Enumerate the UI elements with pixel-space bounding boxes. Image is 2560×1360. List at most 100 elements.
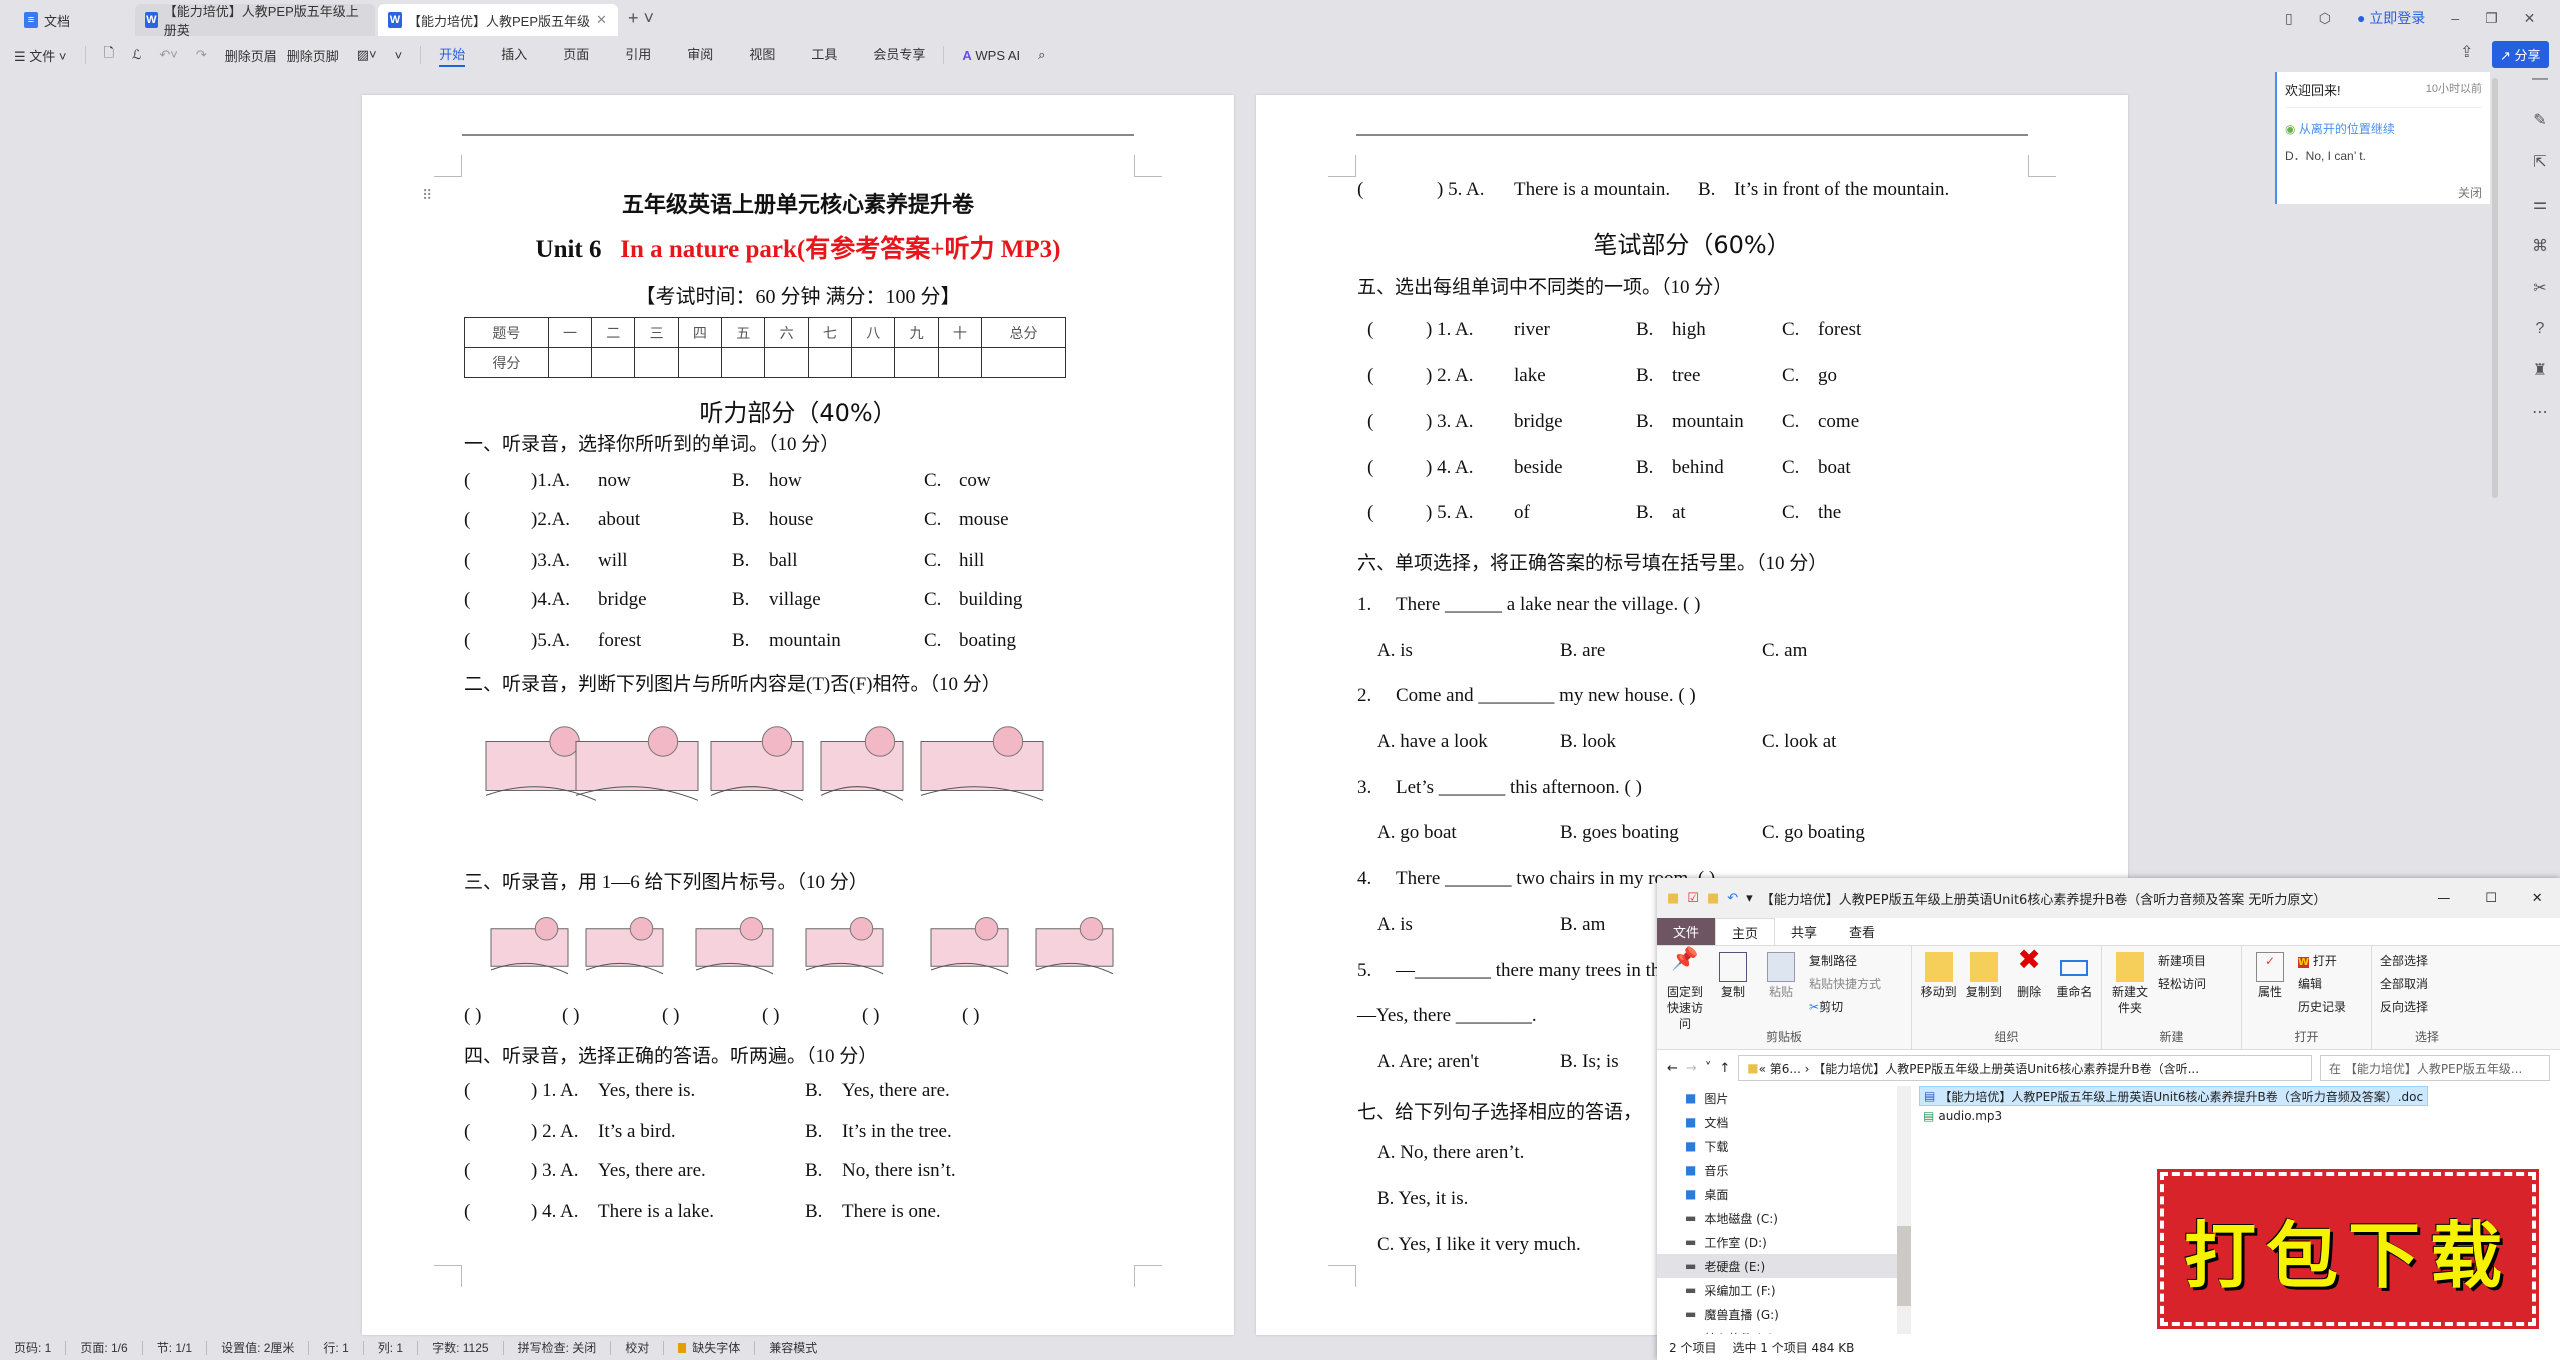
menu-tab[interactable]: 视图 [749,44,775,67]
option-a[interactable]: A. is [1377,914,1413,936]
score-cell[interactable] [894,347,939,378]
minimize-button[interactable]: – [2451,10,2459,26]
maximize-button[interactable]: ☐ [2485,891,2497,906]
document-page-1[interactable]: ⠿ 五年级英语上册单元核心素养提升卷 Unit 6 In a nature pa… [362,95,1234,1335]
file-item[interactable]: ▤ 【能力培优】人教PEP版五年级上册英语Unit6核心素养提升B卷（含听力音频及… [1919,1086,2429,1106]
explorer-tab[interactable]: 主页 [1715,918,1776,945]
search-box[interactable]: 在 【能力培优】人教PEP版五年级... [2320,1055,2550,1081]
shirt-icon[interactable]: ♜ [2533,360,2547,380]
file-menu[interactable]: ☰ 文件 ˅ [14,46,67,65]
question-part[interactable]: ( [464,550,470,572]
easy-access-button[interactable]: 轻松访问 [2158,975,2206,992]
edit-button[interactable]: 编辑 [2298,975,2346,992]
resume-link[interactable]: ◉ 从离开的位置继续 [2285,120,2482,137]
recent-dropdown[interactable]: ˅ [1705,1061,1712,1076]
menu-tab[interactable]: 插入 [501,44,527,67]
select-cursor-icon[interactable]: ⇱ [2533,152,2546,172]
share-button[interactable]: ↗ 分享 [2492,41,2549,68]
question-part[interactable]: ( [464,1080,470,1102]
page-border-icon[interactable]: ▨˅ [357,47,377,63]
wps-ai-button[interactable]: A WPS AI [962,48,1020,63]
nav-scrollbar[interactable] [1897,1086,1911,1334]
question-part[interactable]: ( [1367,365,1373,387]
score-cell[interactable] [721,347,766,378]
help-icon[interactable]: ? [2536,320,2545,338]
nav-item[interactable]: ■ 音乐 [1657,1158,1897,1182]
question-part[interactable]: ( [1367,411,1373,433]
question-part[interactable]: ( [1367,319,1373,341]
cloud-sync-icon[interactable]: ⇪ [2460,42,2473,62]
tablet-icon[interactable]: ▯ [2285,10,2293,27]
restore-button[interactable]: ❐ [2485,10,2498,27]
answer-blank[interactable]: ( ) [762,1005,779,1027]
forward-button[interactable]: → [1686,1061,1697,1076]
answer-blank[interactable]: ( ) [562,1005,579,1027]
option-a[interactable]: A. have a look [1377,731,1488,753]
nav-item[interactable]: ■ 图片 [1657,1086,1897,1110]
select-none-button[interactable]: 全部取消 [2380,975,2428,992]
up-button[interactable]: ↑ [1719,1061,1730,1076]
question-part[interactable]: ( [464,1160,470,1182]
invert-selection-button[interactable]: 反向选择 [2380,998,2428,1015]
answer-blank[interactable]: ( ) [862,1005,879,1027]
menu-tab[interactable]: 开始 [439,44,466,67]
answer-blank[interactable]: ( ) [962,1005,979,1027]
cube-icon[interactable]: ⬡ [2319,10,2331,27]
score-cell[interactable] [851,347,896,378]
nav-item[interactable]: ■ 下载 [1657,1134,1897,1158]
status-item[interactable]: 校对 [625,1339,649,1356]
option-c[interactable]: C. am [1762,640,1807,662]
option-a[interactable]: A. go boat [1377,822,1457,844]
menu-tab[interactable]: 引用 [625,44,651,67]
menu-tab[interactable]: 会员专享 [873,44,925,67]
status-item[interactable]: 兼容模式 [769,1339,817,1356]
status-item[interactable]: 缺失字体 [678,1339,741,1356]
cut-button[interactable]: ✂剪切 [1809,998,1881,1015]
score-cell[interactable] [591,347,636,378]
copy-path-button[interactable]: 复制路径 [1809,952,1881,969]
option-b[interactable]: B. am [1560,914,1605,936]
score-cell[interactable] [937,347,983,378]
answer-blank[interactable]: ( ) [662,1005,679,1027]
close-window-button[interactable]: ✕ [2524,10,2536,27]
close-button[interactable]: ✕ [2532,891,2543,906]
format-painter-icon[interactable]: ℒ [132,47,141,63]
nav-item[interactable]: ■ 文档 [1657,1110,1897,1134]
question-part[interactable]: ( [1367,457,1373,479]
option-b[interactable]: B. goes boating [1560,822,1679,844]
undo-icon[interactable]: ↶ [1727,891,1738,906]
new-item-button[interactable]: 新建项目 [2158,952,2206,969]
select-all-button[interactable]: 全部选择 [2380,952,2428,969]
nav-item[interactable]: ▬ 老硬盘 (E:) [1657,1254,1897,1278]
open-button[interactable]: W 打开 [2298,952,2346,969]
translate-icon[interactable]: ⌘ [2532,236,2548,256]
question-part[interactable]: ( [464,470,470,492]
back-button[interactable]: ← [1667,1061,1678,1076]
close-welcome-button[interactable]: 关闭 [2285,184,2482,201]
option-c[interactable]: C. go boating [1762,822,1865,844]
properties-quick-icon[interactable]: ☑ [1687,891,1699,906]
status-item[interactable]: 拼写检查: 关闭 [518,1339,597,1356]
more-icon[interactable]: ⋯ [2532,402,2548,422]
tab-doc-1[interactable]: W 【能力培优】人教PEP版五年级上册英 [135,4,375,38]
option-a[interactable]: A. Are; aren't [1377,1051,1479,1073]
nav-item[interactable]: ■ 桌面 [1657,1182,1897,1206]
option-c[interactable]: C. look at [1762,731,1836,753]
question-part[interactable]: ( [464,509,470,531]
login-button[interactable]: ● 立即登录 [2357,8,2425,28]
question-part[interactable]: ( [1357,179,1363,201]
redo-icon[interactable]: ↷ [196,47,207,63]
answer-blank[interactable]: ( ) [464,1005,481,1027]
score-cell[interactable] [677,347,723,378]
minimize-button[interactable]: — [2437,891,2450,906]
undo-icon[interactable]: ↶˅ [159,47,177,63]
search-icon[interactable]: ⌕ [1038,47,1045,63]
option-a[interactable]: A. is [1377,640,1413,662]
score-cell[interactable] [981,347,1066,378]
tools-icon[interactable]: ✂ [2533,278,2546,298]
file-item[interactable]: ▤ audio.mp3 [1919,1106,2428,1126]
option-b[interactable]: B. are [1560,640,1605,662]
option-b[interactable]: B. Is; is [1560,1051,1619,1073]
score-cell[interactable] [764,347,809,378]
nav-item[interactable]: ▬ 采编加工 (F:) [1657,1278,1897,1302]
